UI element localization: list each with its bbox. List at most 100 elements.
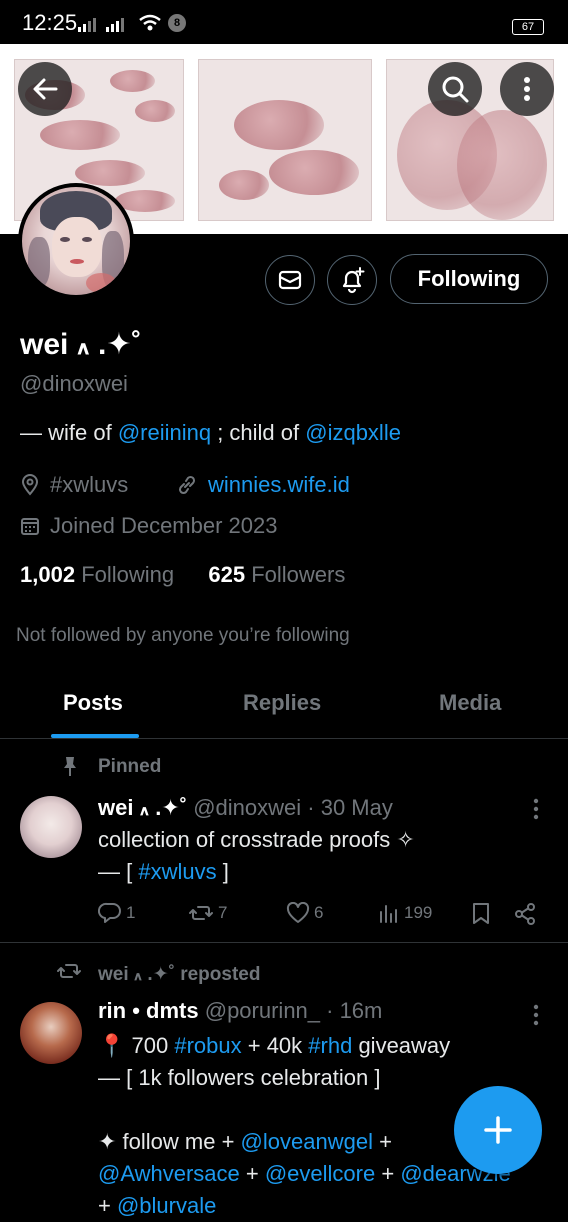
repost-text-segment: + (98, 1193, 117, 1218)
tab-posts[interactable]: Posts (63, 690, 123, 716)
heart-icon (286, 902, 310, 923)
followers-label: Followers (251, 562, 346, 587)
bio-text: — wife of (20, 420, 118, 445)
profile-avatar[interactable] (18, 183, 134, 299)
like-count: 6 (314, 903, 324, 922)
location-pin-icon (21, 474, 39, 496)
tab-media[interactable]: Media (439, 690, 501, 716)
repost-text-segment: + (375, 1161, 401, 1186)
repost-author-name[interactable]: rin • dmts (98, 998, 199, 1023)
repost-author-meta: @porurinn_ · 16m (204, 998, 383, 1023)
mention-link[interactable]: @evellcore (265, 1161, 375, 1186)
post-author-avatar[interactable] (20, 796, 82, 858)
repost-text-segment: 700 (125, 1033, 175, 1058)
joined-text: Joined December 2023 (50, 513, 278, 538)
calendar-icon (21, 518, 39, 535)
tab-replies[interactable]: Replies (243, 690, 321, 716)
arrow-left-icon (33, 78, 58, 100)
post-text-line-2: — [ #xwluvs ] (98, 856, 415, 888)
bookmark-button[interactable] (470, 902, 492, 931)
repost-label[interactable]: wei ៱ .✦˚ reposted (98, 960, 260, 986)
active-tab-indicator (51, 734, 139, 738)
share-icon (515, 903, 535, 925)
bio-mention-link[interactable]: @reiininq (118, 420, 211, 445)
reply-icon (98, 902, 121, 923)
status-time: 12:25 (22, 10, 78, 35)
notification-badge: 8 (168, 14, 186, 32)
search-button[interactable] (428, 62, 482, 116)
post-author-meta: @dinoxwei · 30 May (193, 795, 393, 820)
not-followed-notice: Not followed by anyone you’re following (16, 625, 350, 646)
repost-icon (189, 906, 213, 920)
more-options-button[interactable] (500, 62, 554, 116)
profile-stats: 1,002 Following 625 Followers (20, 562, 345, 588)
post-text-line: collection of crosstrade proofs ✧ (98, 827, 415, 852)
signal-icon (78, 18, 96, 32)
pin-emoji: 📍 (98, 1033, 126, 1058)
message-button[interactable] (265, 255, 315, 305)
mention-link[interactable]: @loveanwgel (241, 1129, 373, 1154)
views-button[interactable]: 199 (378, 902, 432, 924)
repost-text-segment: + 40k (241, 1033, 309, 1058)
notifications-button[interactable] (327, 255, 377, 305)
like-button[interactable]: 6 (286, 902, 323, 924)
status-bar: 12:25 8 67 (0, 0, 568, 44)
profile-bio: — wife of @reiininq ; child of @izqbxlle (20, 420, 401, 446)
envelope-icon (278, 270, 302, 290)
post-text-prefix: — [ (98, 859, 139, 884)
hashtag-link[interactable]: #rhd (308, 1033, 352, 1058)
profile-handle: @dinoxwei (20, 371, 128, 396)
avatar-image (22, 187, 130, 295)
followers-count: 625 (208, 562, 246, 587)
post-hashtag[interactable]: #xwluvs (138, 859, 216, 884)
following-button[interactable]: Following (390, 254, 548, 304)
more-vertical-icon (533, 1004, 539, 1026)
post-more-button[interactable] (526, 796, 546, 827)
more-vertical-icon (533, 798, 539, 820)
bell-plus-icon (342, 267, 365, 294)
display-name: wei ៱ .✦˚ (20, 328, 142, 361)
followers-stat[interactable]: 625 Followers (208, 562, 345, 587)
wifi-icon (139, 14, 161, 31)
share-button[interactable] (513, 902, 537, 931)
repost-text-segment: ✦ follow me + (98, 1129, 241, 1154)
bookmark-icon (473, 903, 489, 924)
reply-button[interactable]: 1 (98, 902, 135, 924)
post-text: collection of crosstrade proofs ✧ — [ #x… (98, 824, 415, 888)
profile-location: #xwluvs (20, 472, 128, 498)
following-count: 1,002 (20, 562, 76, 587)
repost-header: rin • dmts @porurinn_ · 16m (98, 998, 382, 1024)
mention-link[interactable]: @blurvale (117, 1193, 216, 1218)
profile-tabs: Posts Replies Media (0, 672, 568, 739)
repost-text-line: 📍 700 #robux + 40k #rhd giveaway (98, 1030, 548, 1062)
profile-website[interactable]: winnies.wife.id (176, 472, 350, 498)
views-icon (380, 905, 397, 923)
back-button[interactable] (18, 62, 72, 116)
plus-icon (484, 1116, 512, 1144)
views-count: 199 (404, 903, 433, 922)
compose-post-button[interactable] (454, 1086, 542, 1174)
location-text: #xwluvs (50, 472, 129, 497)
profile-joined: Joined December 2023 (20, 513, 277, 539)
bio-mention-link-2[interactable]: @izqbxlle (305, 420, 401, 445)
post-author-name[interactable]: wei ៱ .✦˚ (98, 795, 187, 820)
repost-author-avatar[interactable] (20, 1002, 82, 1064)
reply-count: 1 (126, 903, 136, 922)
repost-button[interactable]: 7 (188, 902, 227, 924)
repost-count: 7 (218, 903, 228, 922)
repost-text-segment: giveaway (352, 1033, 451, 1058)
pin-icon (60, 755, 80, 782)
more-vertical-icon (524, 77, 530, 101)
repost-text-line: + @blurvale (98, 1190, 548, 1222)
following-stat[interactable]: 1,002 Following (20, 562, 174, 587)
website-link[interactable]: winnies.wife.id (208, 472, 350, 498)
post-header: wei ៱ .✦˚ @dinoxwei · 30 May (98, 792, 393, 822)
repost-more-button[interactable] (526, 1002, 546, 1033)
mention-link[interactable]: @Awhversace (98, 1161, 240, 1186)
banner-art-panel-2 (198, 59, 372, 221)
hashtag-link[interactable]: #robux (174, 1033, 241, 1058)
pinned-label: Pinned (98, 756, 162, 777)
repost-text-segment: + (239, 1161, 265, 1186)
repost-text-segment: + (372, 1129, 392, 1154)
post-text-suffix: ] (216, 859, 229, 884)
